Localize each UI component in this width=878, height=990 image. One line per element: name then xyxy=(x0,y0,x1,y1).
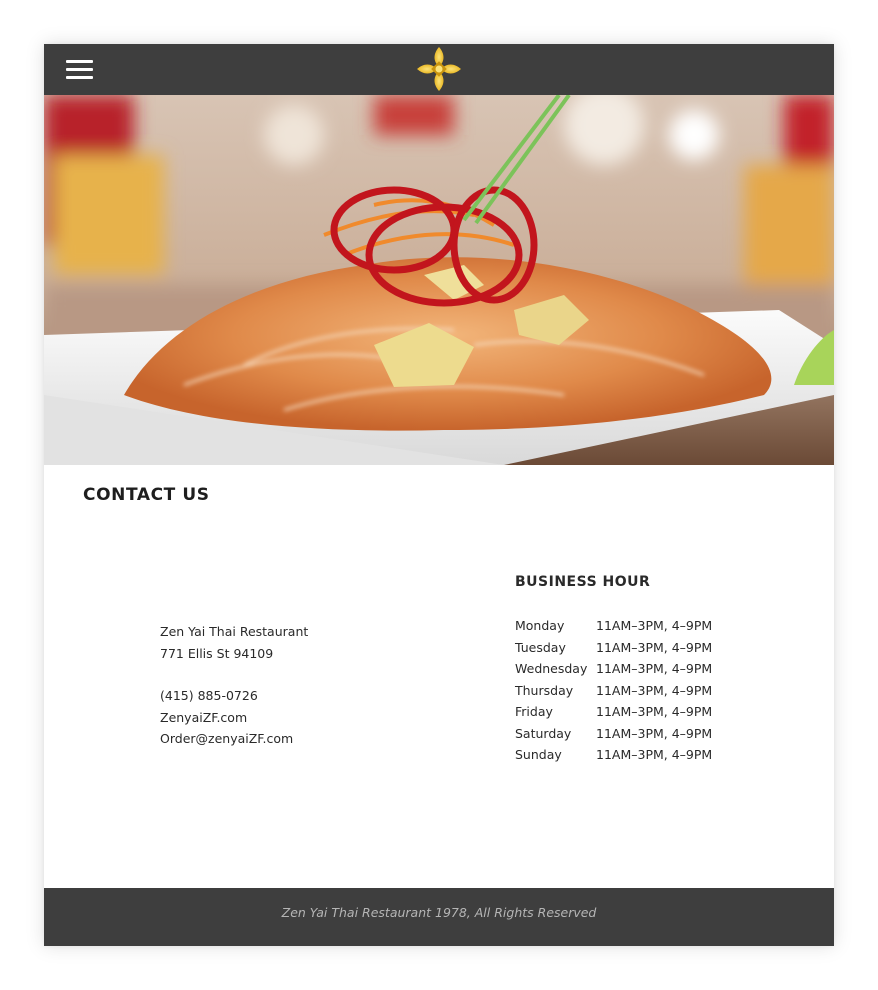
hours-value: 11AM–3PM, 4–9PM xyxy=(596,661,713,676)
street-address: 771 Ellis St 94109 xyxy=(160,645,274,661)
day-label: Saturday xyxy=(515,725,572,741)
contact-section-title: CONTACT US xyxy=(83,485,210,505)
day-label: Thursday xyxy=(515,682,574,698)
hours-value: 11AM–3PM, 4–9PM xyxy=(596,704,713,719)
hours-value: 11AM–3PM, 4–9PM xyxy=(596,747,713,762)
restaurant-name: Zen Yai Thai Restaurant xyxy=(160,624,309,639)
day-label: Sunday xyxy=(515,747,562,762)
hours-value: 11AM–3PM, 4–9PM xyxy=(596,618,713,633)
email-link[interactable]: Order@zenyaiZF.com xyxy=(160,728,308,750)
address-block: Zen Yai Thai Restaurant 771 Ellis St 941… xyxy=(160,621,308,750)
hours-value: 11AM–3PM, 4–9PM xyxy=(596,725,713,741)
hours-row: Wednesday 11AM–3PM, 4–9PM xyxy=(515,658,712,680)
hours-row: Saturday 11AM–3PM, 4–9PM xyxy=(515,723,712,745)
copyright-text: Zen Yai Thai Restaurant 1978, All Rights… xyxy=(281,905,597,920)
hamburger-menu-icon[interactable] xyxy=(66,60,94,80)
business-hours-table: Monday 11AM–3PM, 4–9PM Tuesday 11AM–3PM,… xyxy=(515,615,712,766)
top-navbar xyxy=(44,44,834,95)
hours-value: 11AM–3PM, 4–9PM xyxy=(596,639,713,655)
business-hours-title: BUSINESS HOUR xyxy=(515,574,651,590)
page-footer: Zen Yai Thai Restaurant 1978, All Rights… xyxy=(44,888,834,946)
day-label: Wednesday xyxy=(515,661,588,676)
hours-row: Tuesday 11AM–3PM, 4–9PM xyxy=(515,637,712,659)
page-frame: CONTACT US Zen Yai Thai Restaurant 771 E… xyxy=(44,44,834,946)
hours-row: Friday 11AM–3PM, 4–9PM xyxy=(515,701,712,723)
lotus-flower-logo-icon[interactable] xyxy=(416,46,462,92)
day-label: Monday xyxy=(515,618,565,633)
hours-row: Thursday 11AM–3PM, 4–9PM xyxy=(515,680,712,702)
day-label: Tuesday xyxy=(515,639,566,655)
hours-value: 11AM–3PM, 4–9PM xyxy=(596,682,713,698)
hero-food-image xyxy=(44,95,834,465)
day-label: Friday xyxy=(515,704,553,719)
hours-row: Sunday 11AM–3PM, 4–9PM xyxy=(515,744,712,766)
website-link[interactable]: ZenyaiZF.com xyxy=(160,707,308,729)
hours-row: Monday 11AM–3PM, 4–9PM xyxy=(515,615,712,637)
phone-number[interactable]: (415) 885-0726 xyxy=(160,685,308,707)
